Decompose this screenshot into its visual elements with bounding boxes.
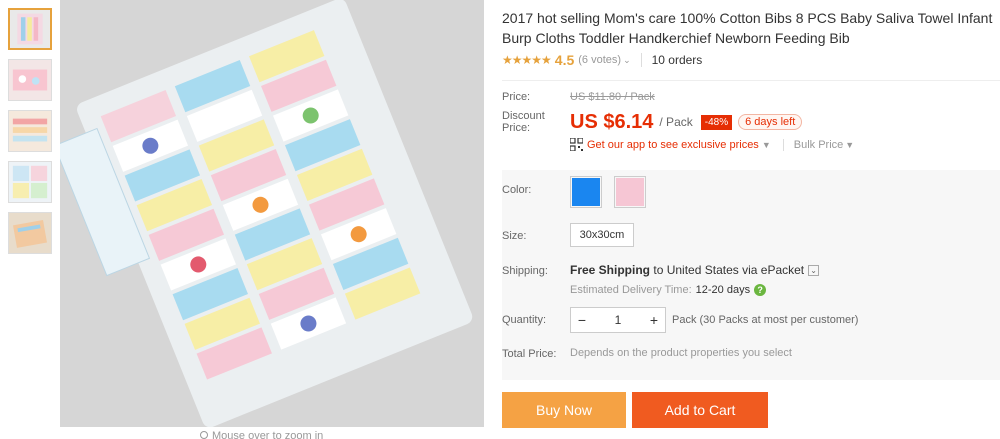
rating-value: 4.5 [554, 52, 575, 68]
bulk-price-dropdown[interactable]: Bulk Price ▼ [782, 138, 855, 151]
price-unit: / Pack [659, 115, 693, 129]
orders-count: 10 orders [651, 53, 703, 67]
color-swatch-fill [572, 178, 600, 206]
help-icon[interactable]: ? [754, 284, 767, 296]
app-promo-text: Get our app to see exclusive prices [587, 138, 759, 151]
rating-row: ★★★★★ 4.5 (6 votes) ⌄ 10 orders [502, 50, 994, 70]
color-swatch-pink[interactable] [614, 176, 646, 208]
app-promo-row: Get our app to see exclusive prices ▼ Bul… [570, 138, 854, 151]
shipping-label: Shipping: [502, 265, 548, 277]
thumbnail-1[interactable] [8, 8, 52, 50]
thumbnail-3[interactable] [8, 110, 52, 152]
discount-label-line1: Discount [502, 110, 545, 122]
days-left-badge: 6 days left [738, 114, 803, 130]
zoom-hint: Mouse over to zoom in [200, 430, 323, 439]
discount-label-line2: Price: [502, 122, 531, 134]
main-product-image[interactable] [60, 0, 484, 427]
discount-badge: -48% [700, 114, 733, 130]
magnifier-icon [200, 431, 208, 439]
shipping-method: Free Shipping to United States via ePack… [570, 263, 820, 277]
product-title: 2017 hot selling Mom's care 100% Cotton … [502, 10, 993, 46]
total-price-label: Total Price: [502, 348, 557, 360]
bulk-price-text: Bulk Price [793, 138, 844, 151]
divider [502, 80, 1000, 81]
zoom-hint-text: Mouse over to zoom in [212, 430, 324, 439]
free-shipping-text: Free Shipping [570, 263, 651, 277]
quantity-note: Pack (30 Packs at most per customer) [672, 314, 859, 326]
quantity-input[interactable]: 1 [593, 313, 643, 327]
product-info-panel: 2017 hot selling Mom's care 100% Cotton … [502, 0, 1000, 439]
app-promo-link[interactable]: Get our app to see exclusive prices ▼ [587, 139, 771, 151]
caret-down-icon: ▼ [761, 139, 771, 150]
color-label: Color: [502, 184, 532, 196]
thumbnail-5[interactable] [8, 212, 52, 254]
votes-count: (6 votes) [578, 54, 622, 66]
price-label: Price: [502, 91, 531, 103]
thumbnail-4[interactable] [8, 161, 52, 203]
quantity-decrease-button[interactable]: − [571, 312, 593, 328]
divider [640, 53, 642, 67]
qr-code-icon [570, 138, 583, 151]
discount-price: US $6.14 [570, 110, 654, 133]
eta-label: Estimated Delivery Time: [570, 284, 692, 296]
color-swatch-blue[interactable] [570, 176, 602, 208]
shipping-dropdown-icon[interactable]: ⌄ [808, 264, 820, 276]
star-rating-icon: ★★★★★ [502, 53, 552, 67]
size-option[interactable]: 30x30cm [570, 223, 634, 247]
original-price: US $11.80 / Pack [570, 91, 655, 103]
shipping-destination: United States via ePacket [666, 263, 805, 277]
shipping-to: to [653, 263, 664, 277]
quantity-increase-button[interactable]: + [643, 312, 665, 328]
thumbnail-2[interactable] [8, 59, 52, 101]
add-to-cart-button[interactable]: Add to Cart [632, 392, 768, 428]
quantity-label: Quantity: [502, 314, 547, 326]
quantity-stepper: − 1 + [570, 307, 666, 333]
buy-now-button[interactable]: Buy Now [502, 392, 626, 428]
size-label: Size: [502, 230, 527, 242]
color-swatch-fill [616, 178, 644, 206]
votes-dropdown[interactable]: (6 votes) ⌄ [578, 54, 630, 66]
delivery-estimate: Estimated Delivery Time: 12-20 days ? [570, 284, 767, 296]
eta-value: 12-20 days [695, 284, 751, 296]
chevron-down-icon: ⌄ [623, 55, 631, 65]
total-price-note: Depends on the product properties you se… [570, 347, 792, 359]
discount-price-row: US $6.14 / Pack -48% 6 days left [570, 107, 803, 137]
caret-down-icon: ▼ [845, 139, 855, 150]
thumbnail-list [8, 8, 54, 263]
